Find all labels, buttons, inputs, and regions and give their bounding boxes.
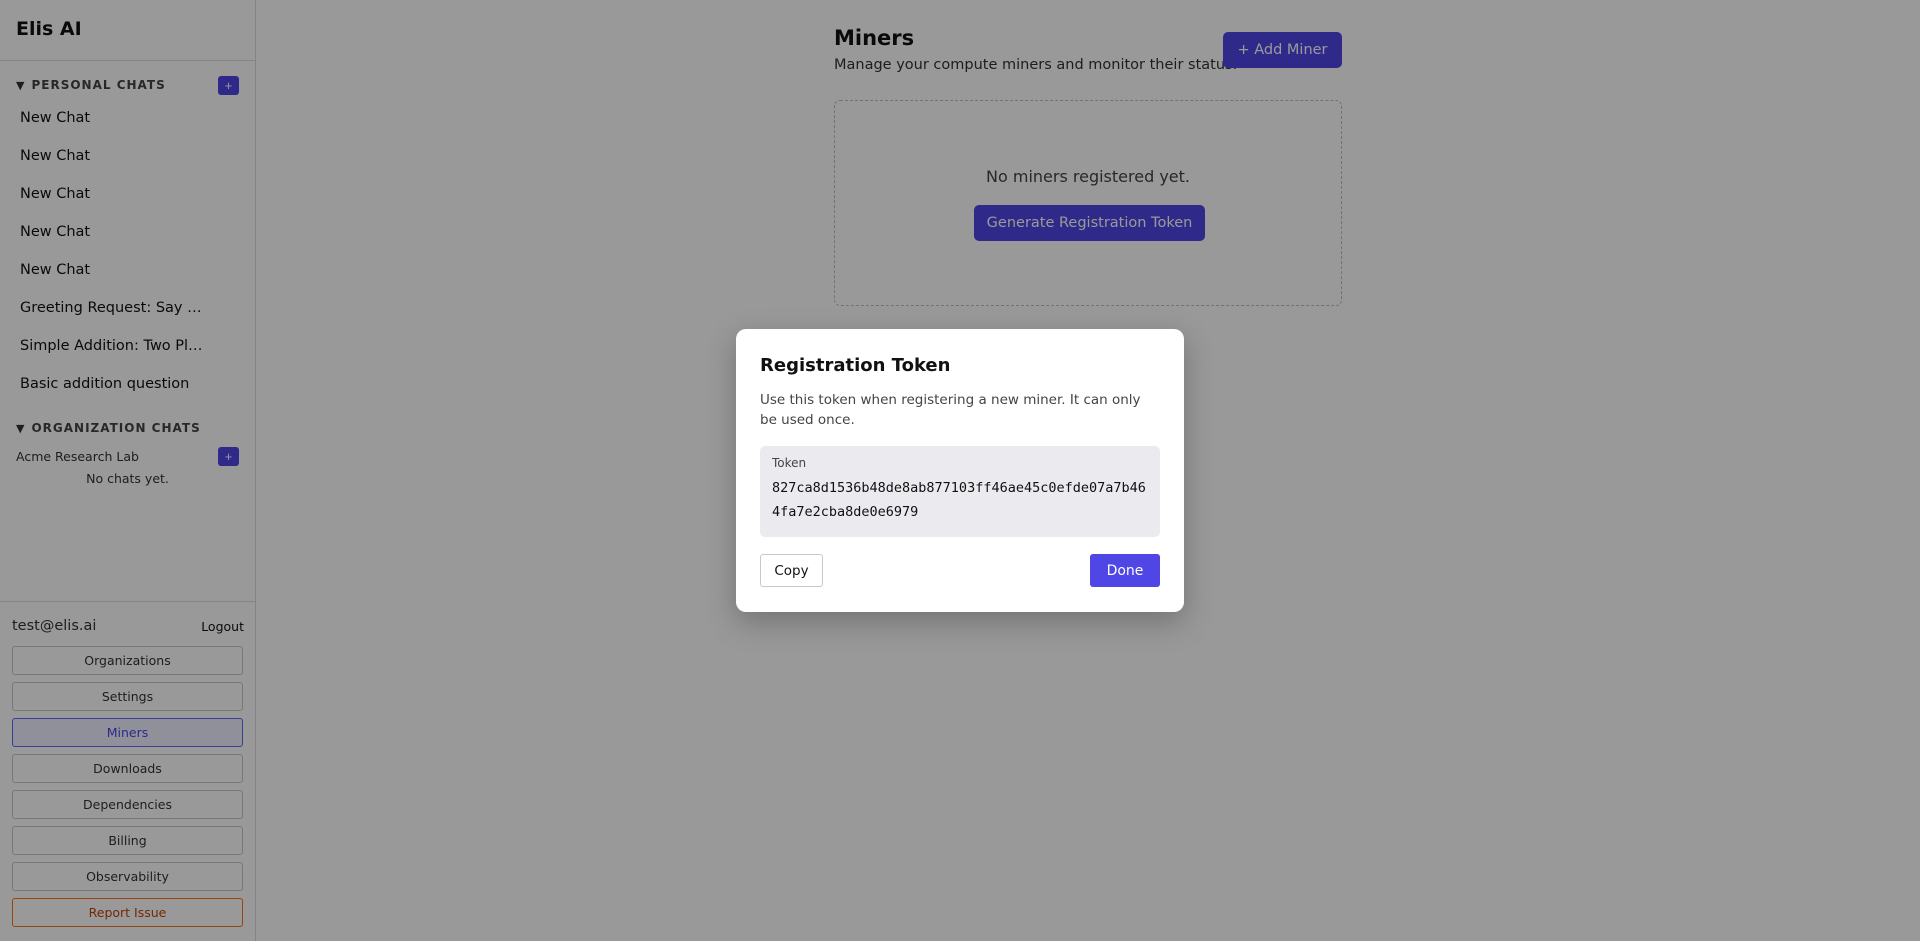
done-button[interactable]: Done <box>1090 554 1160 587</box>
modal-actions: Copy Done <box>760 554 1160 587</box>
token-value: 827ca8d1536b48de8ab877103ff46ae45c0efde0… <box>772 480 1146 520</box>
token-box: Token 827ca8d1536b48de8ab877103ff46ae45c… <box>760 446 1160 537</box>
registration-token-modal: Registration Token Use this token when r… <box>736 329 1184 612</box>
token-label: Token <box>772 456 807 470</box>
modal-description: Use this token when registering a new mi… <box>760 392 1141 428</box>
modal-title: Registration Token <box>760 355 951 376</box>
copy-token-button[interactable]: Copy <box>760 554 823 587</box>
